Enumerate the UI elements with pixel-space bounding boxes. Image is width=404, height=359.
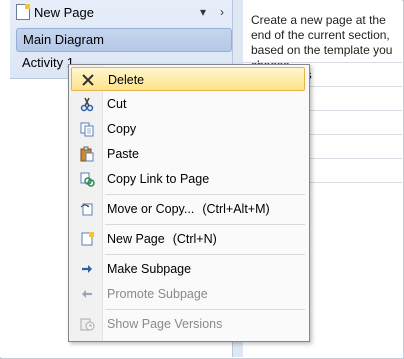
menu-item-show-page-versions: Show Page Versions [71,312,305,336]
menu-item-cut[interactable]: Cut [71,92,305,116]
menu-item-label: Cut [107,97,127,111]
new-page-button[interactable]: New Page [16,2,94,22]
menu-item-label: Make Subpage [107,262,192,276]
page-context-menu: Delete Cut Copy Paste Copy Link to Page … [68,64,310,342]
menu-item-label: Show Page Versions [107,317,223,331]
menu-item-shortcut: (Ctrl+N) [172,232,217,246]
menu-item-label: New Page (Ctrl+N) [107,232,217,246]
menu-separator [105,254,305,255]
menu-separator [105,309,305,310]
menu-item-copy-link[interactable]: Copy Link to Page [71,167,305,191]
scissors-icon [80,97,94,112]
new-page-icon [81,232,94,246]
page-versions-icon [80,318,95,331]
menu-item-shortcut: (Ctrl+Alt+M) [202,202,270,216]
menu-item-label: Move or Copy... (Ctrl+Alt+M) [107,202,270,216]
arrow-right-icon [82,265,92,273]
menu-item-label: Copy Link to Page [107,172,210,186]
menu-item-paste[interactable]: Paste [71,142,305,166]
new-page-icon [16,4,30,20]
menu-item-promote-subpage: Promote Subpage [71,282,305,306]
menu-item-copy[interactable]: Copy [71,117,305,141]
page-tab-label: Activity 1 [22,55,75,70]
new-page-label: New Page [34,4,94,20]
copy-icon [80,122,94,137]
paste-clipboard-icon [80,146,94,162]
page-tab-label: Main Diagram [23,32,104,47]
menu-item-delete[interactable]: Delete [71,67,305,91]
menu-item-label: Paste [107,147,139,161]
link-icon [80,172,95,187]
page-nav-arrows: ▾ › [200,2,224,22]
arrow-left-icon [82,290,92,298]
delete-x-icon [82,74,94,86]
page-tab-main-diagram[interactable]: Main Diagram [16,28,232,52]
menu-item-make-subpage[interactable]: Make Subpage [71,257,305,281]
menu-item-move-or-copy[interactable]: Move or Copy... (Ctrl+Alt+M) [71,197,305,221]
menu-item-new-page[interactable]: New Page (Ctrl+N) [71,227,305,251]
task-pane-header [243,0,402,10]
chevron-right-icon[interactable]: › [220,5,224,19]
menu-item-label: Promote Subpage [107,287,208,301]
menu-item-label: Delete [108,73,145,87]
move-copy-icon [80,203,93,216]
dropdown-arrow-icon[interactable]: ▾ [200,5,206,19]
menu-separator [105,224,305,225]
menu-separator [105,194,305,195]
menu-item-label: Copy [107,122,137,136]
